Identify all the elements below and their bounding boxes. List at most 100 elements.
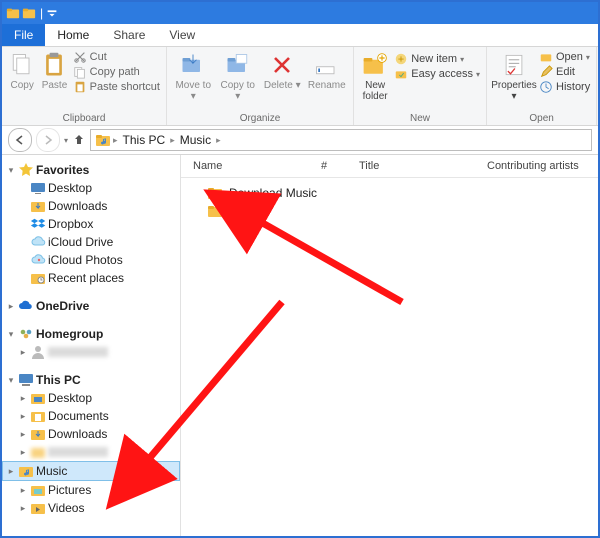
delete-button[interactable]: Delete ▾ xyxy=(262,49,303,91)
paste-shortcut-icon xyxy=(73,80,87,94)
chevron-right-icon[interactable]: ▸ xyxy=(113,135,118,146)
clipboard-group-label: Clipboard xyxy=(2,113,166,124)
tree-onedrive[interactable]: ▸OneDrive xyxy=(2,297,180,315)
pc-icon xyxy=(18,372,34,388)
copy-icon xyxy=(8,51,36,79)
music-folder-icon xyxy=(18,463,34,479)
cloud-icon xyxy=(30,234,46,250)
copy-button[interactable]: Copy xyxy=(8,49,36,91)
new-group-label: New xyxy=(354,113,486,124)
tree-fav-iclouddrive[interactable]: iCloud Drive xyxy=(2,233,180,251)
delete-icon xyxy=(268,51,296,79)
new-folder-label: New folder xyxy=(360,80,390,102)
tree-fav-desktop[interactable]: Desktop xyxy=(2,179,180,197)
forward-button[interactable] xyxy=(36,128,60,152)
paste-shortcut-button[interactable]: Paste shortcut xyxy=(73,80,160,94)
chevron-right-icon[interactable]: ▸ xyxy=(216,135,221,146)
properties-button[interactable]: Properties▾ xyxy=(493,49,535,102)
new-item-label: New item xyxy=(411,53,457,65)
history-label: History xyxy=(556,81,590,93)
delete-label: Delete ▾ xyxy=(264,80,301,91)
qat-folder-icon[interactable] xyxy=(22,6,36,20)
back-icon xyxy=(15,135,25,145)
copy-to-label: Copy to ▾ xyxy=(218,80,259,102)
tree-pc-music[interactable]: ▸Music xyxy=(2,461,180,481)
file-name: iTunes xyxy=(229,204,265,218)
tree-favorites[interactable]: ▾Favorites xyxy=(2,161,180,179)
tab-share[interactable]: Share xyxy=(101,24,157,46)
ribbon: Copy Paste Cut Copy path Paste shortcut … xyxy=(2,47,598,126)
copy-to-icon xyxy=(224,51,252,79)
tree-homegroup[interactable]: ▾Homegroup xyxy=(2,325,180,343)
up-icon xyxy=(72,132,86,146)
dropbox-icon xyxy=(30,216,46,232)
paste-button[interactable]: Paste xyxy=(40,49,68,91)
tab-home[interactable]: Home xyxy=(45,24,101,46)
col-number[interactable]: # xyxy=(321,160,359,172)
back-button[interactable] xyxy=(8,128,32,152)
file-list-pane[interactable]: Name # Title Contributing artists Downlo… xyxy=(181,155,598,538)
crumb-this-pc[interactable]: This PC xyxy=(120,133,169,147)
up-button[interactable] xyxy=(72,132,86,149)
open-label: Open xyxy=(556,51,583,63)
tree-fav-downloads[interactable]: Downloads xyxy=(2,197,180,215)
paste-icon xyxy=(40,51,68,79)
column-headers[interactable]: Name # Title Contributing artists xyxy=(181,155,598,178)
move-to-icon xyxy=(179,51,207,79)
easy-access-label: Easy access xyxy=(411,68,473,80)
easy-access-button[interactable]: Easy access ▾ xyxy=(394,67,480,81)
history-icon xyxy=(539,80,553,94)
new-item-button[interactable]: New item ▾ xyxy=(394,52,480,66)
tree-pc-downloads[interactable]: ▸Downloads xyxy=(2,425,180,443)
tree-pc-documents[interactable]: ▸Documents xyxy=(2,407,180,425)
copy-path-button[interactable]: Copy path xyxy=(73,65,160,79)
tree-homegroup-user[interactable]: ▸ xyxy=(2,343,180,361)
tab-file[interactable]: File xyxy=(2,24,45,46)
col-title[interactable]: Title xyxy=(359,160,487,172)
tree-pc-blurred[interactable]: ▸ xyxy=(2,443,180,461)
recent-locations-dropdown[interactable]: ▾ xyxy=(64,136,68,145)
rename-label: Rename xyxy=(308,80,346,91)
music-location-icon xyxy=(95,132,111,148)
edit-button[interactable]: Edit xyxy=(539,65,590,79)
new-item-icon xyxy=(394,52,408,66)
pictures-folder-icon xyxy=(30,482,46,498)
folder-icon xyxy=(207,185,223,201)
history-button[interactable]: History xyxy=(539,80,590,94)
tab-view[interactable]: View xyxy=(157,24,207,46)
col-name[interactable]: Name xyxy=(193,160,321,172)
ribbon-tabs: File Home Share View xyxy=(2,24,598,47)
move-to-button[interactable]: Move to ▾ xyxy=(173,49,214,102)
crumb-music[interactable]: Music xyxy=(177,133,214,147)
col-contrib[interactable]: Contributing artists xyxy=(487,160,587,172)
move-to-label: Move to ▾ xyxy=(173,80,214,102)
tree-fav-icloudphotos[interactable]: iCloud Photos xyxy=(2,251,180,269)
cut-button[interactable]: Cut xyxy=(73,50,160,64)
cloud-photos-icon xyxy=(30,252,46,268)
tree-fav-dropbox[interactable]: Dropbox xyxy=(2,215,180,233)
list-item[interactable]: Download Music xyxy=(207,184,598,202)
tree-this-pc[interactable]: ▾This PC xyxy=(2,371,180,389)
tree-pc-pictures[interactable]: ▸Pictures xyxy=(2,481,180,499)
navigation-tree[interactable]: ▾Favorites Desktop Downloads Dropbox iCl… xyxy=(2,155,181,538)
downloads-icon xyxy=(30,198,46,214)
open-icon xyxy=(539,50,553,64)
chevron-right-icon[interactable]: ▸ xyxy=(170,135,175,146)
rename-button[interactable]: Rename xyxy=(307,49,348,91)
qat-dropdown-icon[interactable] xyxy=(45,6,59,20)
ribbon-group-clipboard: Copy Paste Cut Copy path Paste shortcut … xyxy=(2,47,167,125)
tree-fav-recent[interactable]: Recent places xyxy=(2,269,180,287)
copy-to-button[interactable]: Copy to ▾ xyxy=(218,49,259,102)
nav-bar: ▾ ▸ This PC ▸ Music ▸ xyxy=(2,126,598,155)
tree-pc-videos[interactable]: ▸Videos xyxy=(2,499,180,517)
open-button[interactable]: Open ▾ xyxy=(539,50,590,64)
copy-path-icon xyxy=(73,65,87,79)
cut-icon xyxy=(73,50,87,64)
list-item[interactable]: iTunes xyxy=(207,202,598,220)
tree-pc-desktop[interactable]: ▸Desktop xyxy=(2,389,180,407)
properties-label: Properties▾ xyxy=(491,80,537,102)
onedrive-icon xyxy=(18,298,34,314)
new-folder-button[interactable]: New folder xyxy=(360,49,390,102)
open-group-label: Open xyxy=(487,113,596,124)
address-bar[interactable]: ▸ This PC ▸ Music ▸ xyxy=(90,129,592,151)
